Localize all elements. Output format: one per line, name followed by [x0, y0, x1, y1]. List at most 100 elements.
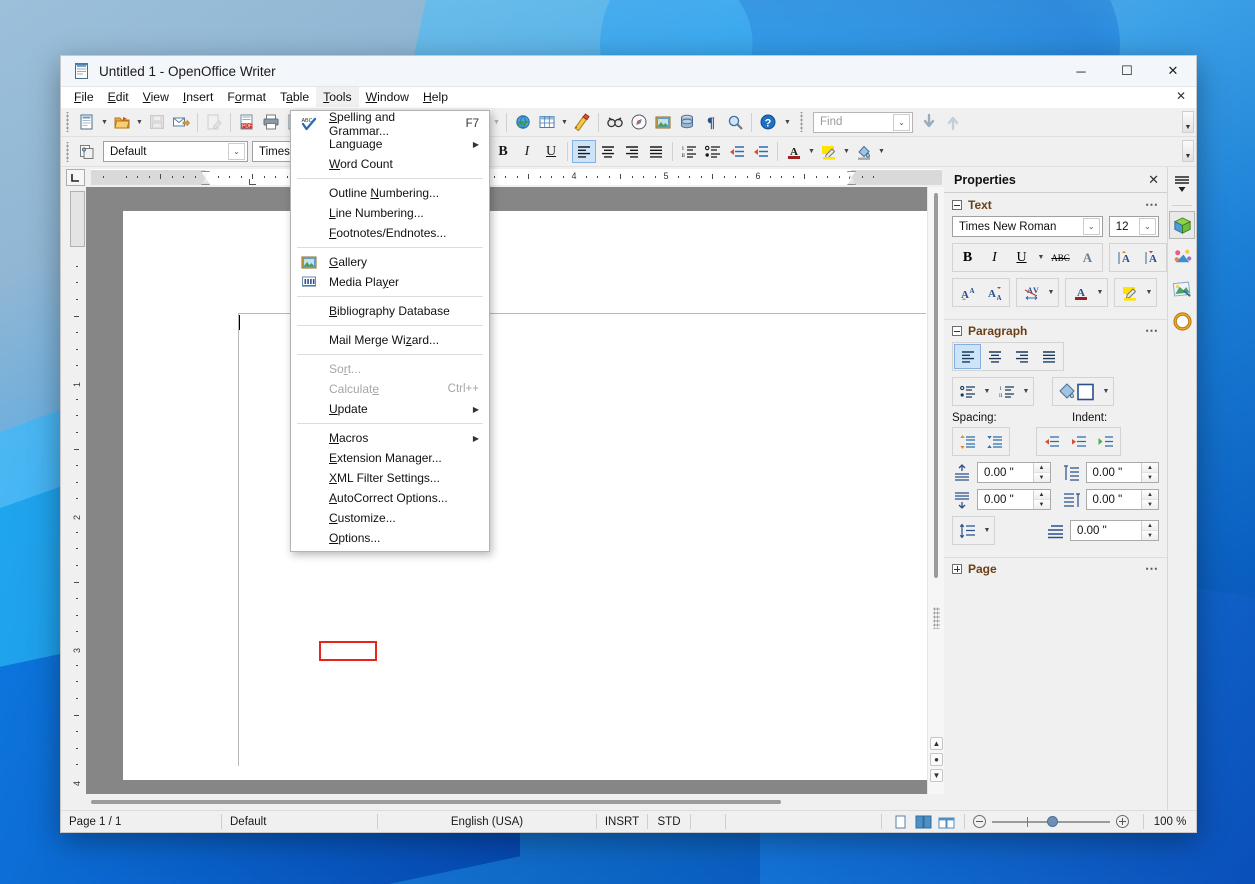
- paragraph-style-combo[interactable]: Default ⌄: [103, 141, 248, 162]
- indent-before-text-field[interactable]: 0.00 " ▲ ▼: [1085, 462, 1159, 483]
- ordered-list-button[interactable]: I II: [993, 379, 1020, 404]
- edit-file-icon[interactable]: [202, 111, 226, 134]
- document-page[interactable]: [123, 211, 927, 780]
- scrollbar-split-grip[interactable]: [933, 607, 940, 629]
- zoom-out-icon[interactable]: [973, 815, 986, 828]
- zoom-icon[interactable]: [723, 111, 747, 134]
- unordered-list-button[interactable]: [701, 140, 725, 163]
- increase-indent-button[interactable]: [1038, 429, 1065, 454]
- align-center-button[interactable]: [596, 140, 620, 163]
- gallery-icon[interactable]: [651, 111, 675, 134]
- menu-file[interactable]: FFileile: [67, 87, 101, 107]
- menu-item-word-count[interactable]: Word Count: [291, 154, 489, 174]
- menu-item-xml-filter-settings[interactable]: XML Filter Settings...: [291, 468, 489, 488]
- highlight-color-button[interactable]: [1116, 280, 1143, 305]
- minimize-button[interactable]: ─: [1058, 56, 1104, 87]
- background-color-button[interactable]: [852, 140, 876, 163]
- vertical-scrollbar-thumb[interactable]: [934, 193, 938, 578]
- decrement-button[interactable]: ▼: [1033, 500, 1050, 509]
- space-above-paragraph-field[interactable]: 0.00 " ▲ ▼: [977, 462, 1051, 483]
- zoom-value[interactable]: 100 %: [1144, 811, 1196, 833]
- bold-button[interactable]: B: [491, 140, 515, 163]
- zoom-in-icon[interactable]: [1116, 815, 1129, 828]
- toolbar-grip[interactable]: [65, 112, 72, 132]
- menu-format[interactable]: Format: [220, 87, 273, 107]
- align-left-button[interactable]: [954, 344, 981, 369]
- highlight-color-button[interactable]: [817, 140, 841, 163]
- find-next-icon[interactable]: [917, 111, 941, 134]
- export-pdf-icon[interactable]: PDF: [235, 111, 259, 134]
- menu-window[interactable]: Window: [359, 87, 416, 107]
- tab-left-icon[interactable]: [66, 168, 85, 186]
- navigation-button[interactable]: ●: [930, 753, 943, 766]
- line-spacing-button[interactable]: [954, 518, 981, 543]
- save-icon[interactable]: [145, 111, 169, 134]
- paragraph-background-color-button[interactable]: [1054, 379, 1100, 404]
- more-options-icon[interactable]: ⋯: [1145, 323, 1159, 339]
- single-page-view-button[interactable]: [890, 814, 910, 830]
- zoom-slider-handle[interactable]: [1047, 815, 1058, 827]
- toolbar-grip[interactable]: [65, 141, 72, 162]
- data-sources-icon[interactable]: [675, 111, 699, 134]
- paragraph-background-dropdown-icon[interactable]: ▼: [1100, 379, 1112, 404]
- align-center-button[interactable]: [981, 344, 1008, 369]
- first-line-indent-field[interactable]: 0.00 " ▲ ▼: [1070, 520, 1159, 541]
- justify-button[interactable]: [1035, 344, 1062, 369]
- horizontal-scrollbar[interactable]: [91, 797, 938, 807]
- italic-button[interactable]: I: [515, 140, 539, 163]
- increment-button[interactable]: ▲: [1033, 490, 1050, 500]
- line-spacing-dropdown-icon[interactable]: ▼: [981, 518, 993, 543]
- decrement-button[interactable]: ▼: [1142, 473, 1158, 482]
- chevron-down-icon[interactable]: ⌄: [228, 143, 245, 160]
- menu-item-macros[interactable]: Macros ▶: [291, 428, 489, 448]
- text-section-header[interactable]: Text ⋯: [944, 193, 1167, 216]
- more-options-icon[interactable]: ⋯: [1145, 197, 1159, 213]
- menu-item-customize[interactable]: Customize...: [291, 508, 489, 528]
- superscript-button[interactable]: AA: [954, 280, 981, 305]
- horizontal-scrollbar-thumb[interactable]: [91, 800, 781, 804]
- hyperlink-icon[interactable]: [511, 111, 535, 134]
- menu-item-mail-merge-wizard[interactable]: Mail Merge Wizard...: [291, 330, 489, 350]
- apply-style-icon[interactable]: [75, 140, 99, 163]
- ordered-list-button[interactable]: I II: [677, 140, 701, 163]
- standard-toolbar-overflow-icon[interactable]: ▼: [1182, 111, 1194, 133]
- unordered-list-dropdown-icon[interactable]: ▼: [981, 379, 993, 404]
- multi-page-view-button[interactable]: [913, 814, 933, 830]
- menu-item-options[interactable]: Options...: [291, 528, 489, 548]
- bold-button[interactable]: B: [954, 245, 981, 270]
- find-toolbar-grip[interactable]: [799, 112, 806, 132]
- formatting-toolbar-overflow-icon[interactable]: ▼: [1182, 140, 1194, 162]
- increase-indent-button[interactable]: [749, 140, 773, 163]
- vertical-ruler[interactable]: 1 2 3 4: [69, 187, 86, 794]
- menu-item-media-player[interactable]: Media Player: [291, 272, 489, 292]
- navigator-icon[interactable]: [627, 111, 651, 134]
- align-left-button[interactable]: [572, 140, 596, 163]
- next-page-button[interactable]: ▼: [930, 769, 943, 782]
- hanging-indent-button[interactable]: [1092, 429, 1119, 454]
- align-right-button[interactable]: [1008, 344, 1035, 369]
- highlight-color-dropdown-icon[interactable]: ▼: [841, 140, 852, 163]
- character-spacing-button[interactable]: AV: [1018, 280, 1045, 305]
- decrement-button[interactable]: ▼: [1033, 473, 1050, 482]
- navigator-deck-icon[interactable]: [1169, 275, 1195, 303]
- properties-deck-icon[interactable]: [1169, 211, 1195, 239]
- find-dropdown-icon[interactable]: ⌄: [893, 113, 910, 131]
- collapse-icon[interactable]: [952, 199, 962, 210]
- new-doc-icon[interactable]: [75, 111, 99, 134]
- zoom-slider[interactable]: [992, 814, 1110, 830]
- draw-functions-icon[interactable]: [570, 111, 594, 134]
- font-color-button[interactable]: A: [782, 140, 806, 163]
- menu-tools[interactable]: Tools: [316, 87, 359, 107]
- table-icon[interactable]: [535, 111, 559, 134]
- increment-button[interactable]: ▲: [1033, 463, 1050, 473]
- table-dropdown-icon[interactable]: ▼: [559, 111, 570, 134]
- strikethrough-button[interactable]: ABC: [1047, 245, 1074, 270]
- character-spacing-dropdown-icon[interactable]: ▼: [1045, 280, 1057, 305]
- decrease-font-size-button[interactable]: A: [1138, 245, 1165, 270]
- sidebar-settings-icon[interactable]: [1169, 171, 1195, 199]
- redo-dropdown-icon[interactable]: ▼: [491, 111, 502, 134]
- menu-item-outline-numbering[interactable]: Outline Numbering...: [291, 183, 489, 203]
- increment-button[interactable]: ▲: [1142, 463, 1158, 473]
- book-view-button[interactable]: [936, 814, 956, 830]
- font-color-button[interactable]: A: [1067, 280, 1094, 305]
